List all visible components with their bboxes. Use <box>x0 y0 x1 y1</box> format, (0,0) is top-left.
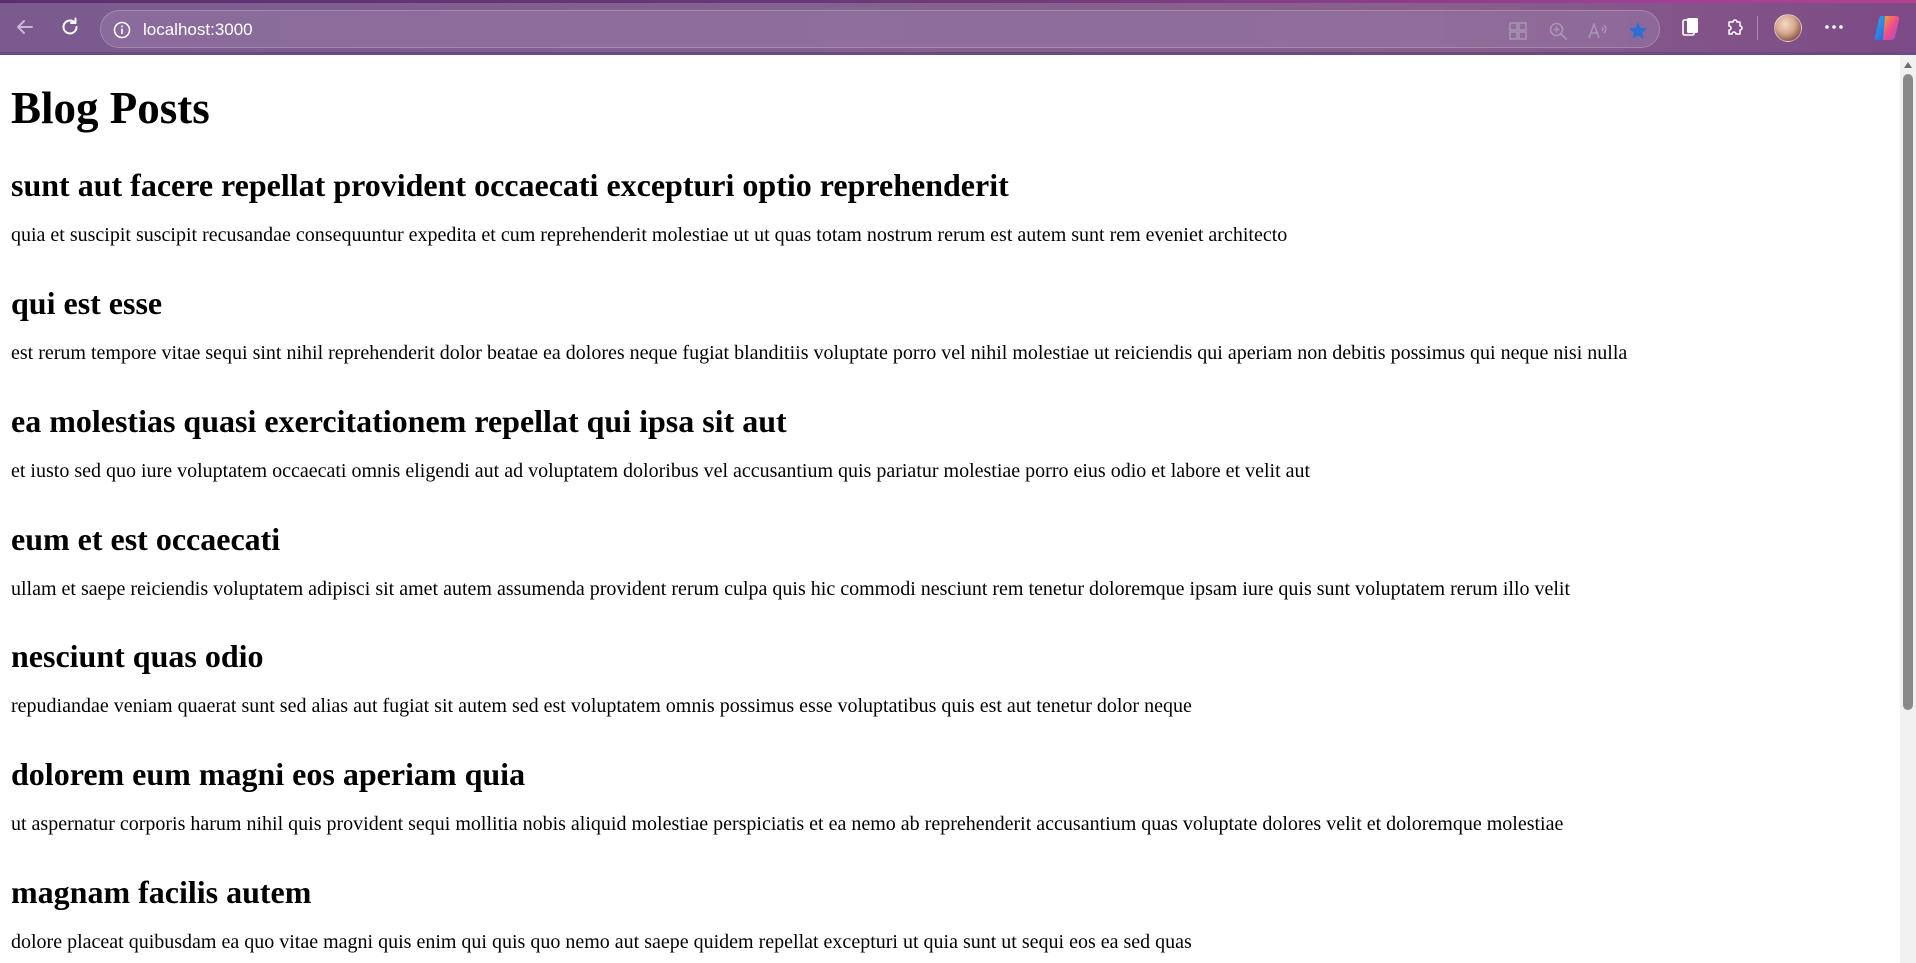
post-body: et iusto sed quo iure voluptatem occaeca… <box>11 460 1311 482</box>
puzzle-icon[interactable] <box>1721 13 1749 41</box>
arrow-left-icon <box>17 20 33 34</box>
post-title: qui est esse <box>11 285 163 321</box>
post-body: ut aspernatur corporis harum nihil quis … <box>11 813 1564 835</box>
page-viewport: Blog Posts sunt aut facere repellat prov… <box>0 55 1900 963</box>
scrollbar-thumb[interactable] <box>1903 74 1913 710</box>
post-body: ullam et saepe reiciendis voluptatem adi… <box>11 578 1571 600</box>
post-item: dolorem eum magni eos aperiam quia ut as… <box>11 756 1563 835</box>
post-item: eum et est occaecati ullam et saepe reic… <box>11 521 1570 600</box>
app-grid-icon[interactable] <box>1507 20 1529 42</box>
refresh-icon <box>62 17 78 35</box>
copilot-icon[interactable] <box>1872 13 1902 43</box>
star-icon[interactable] <box>1627 20 1649 42</box>
post-item: qui est esse est rerum tempore vitae seq… <box>11 285 1627 364</box>
post-body: est rerum tempore vitae sequi sint nihil… <box>11 342 1628 364</box>
zoom-icon[interactable] <box>1547 20 1569 42</box>
toolbar-separator <box>1757 16 1758 40</box>
post-item: sunt aut facere repellat provident occae… <box>11 167 1287 246</box>
post-title: magnam facilis autem <box>11 874 312 910</box>
post-body: repudiandae veniam quaerat sunt sed alia… <box>11 695 1192 717</box>
post-item: nesciunt quas odio repudiandae veniam qu… <box>11 638 1192 717</box>
url-text[interactable]: localhost:3000 <box>143 20 253 40</box>
browser-toolbar: localhost:3000 <box>0 0 1916 55</box>
post-body: dolore placeat quibusdam ea quo vitae ma… <box>11 931 1192 953</box>
avatar[interactable] <box>1774 14 1802 42</box>
refresh-button[interactable] <box>55 12 85 42</box>
ellipsis-icon[interactable] <box>1820 13 1848 41</box>
post-title: dolorem eum magni eos aperiam quia <box>11 756 526 792</box>
address-bar[interactable]: localhost:3000 <box>100 10 1660 48</box>
scroll-up-arrow[interactable] <box>1904 62 1912 68</box>
page-title: Blog Posts <box>11 83 210 133</box>
post-item: ea molestias quasi exercitationem repell… <box>11 403 1310 482</box>
back-button[interactable] <box>10 12 40 42</box>
collections-icon[interactable] <box>1677 13 1705 41</box>
post-title: ea molestias quasi exercitationem repell… <box>11 403 787 439</box>
post-title: nesciunt quas odio <box>11 638 264 674</box>
tab-strip-edge <box>0 0 1916 3</box>
post-title: eum et est occaecati <box>11 521 281 557</box>
read-aloud-icon[interactable] <box>1587 20 1609 42</box>
post-item: magnam facilis autem dolore placeat quib… <box>11 874 1192 953</box>
post-title: sunt aut facere repellat provident occae… <box>11 167 1009 203</box>
info-icon[interactable] <box>113 21 131 39</box>
post-body: quia et suscipit suscipit recusandae con… <box>11 224 1288 246</box>
